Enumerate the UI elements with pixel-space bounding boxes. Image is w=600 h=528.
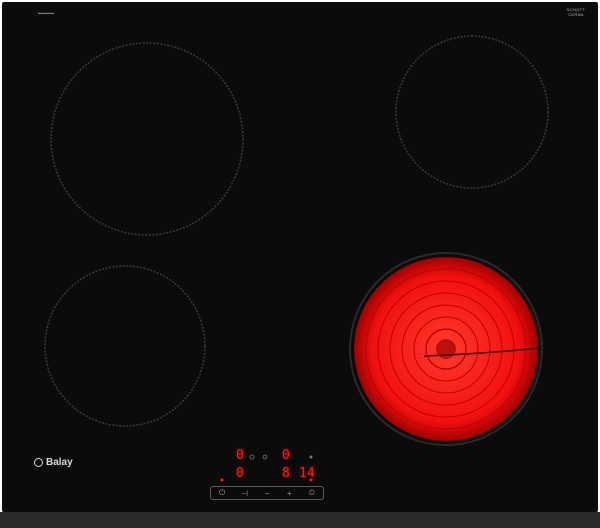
- display-front-left: 0: [236, 466, 244, 481]
- zone-marker-rear-left: [249, 454, 255, 460]
- brand-name: Balay: [46, 457, 73, 468]
- zone-rear-right[interactable]: [395, 35, 549, 189]
- timer-button[interactable]: ⏲: [303, 488, 321, 498]
- glass-brand-mark: SCHOTT CERAN: [556, 7, 596, 17]
- brand-logo-icon: [34, 458, 43, 467]
- plus-button[interactable]: +: [280, 489, 298, 498]
- display-timer: 14: [299, 466, 315, 481]
- zone-marker-rear-right: [262, 454, 268, 460]
- display-front-right: 8: [282, 466, 290, 481]
- touch-control-strip: ⏻ ⊣ − + ⏲: [210, 486, 324, 500]
- zone-rear-left[interactable]: [50, 42, 244, 236]
- zone-front-left[interactable]: [44, 265, 206, 427]
- model-code: ▬▬▬▬: [38, 10, 54, 15]
- brand-logo: Balay: [34, 457, 73, 468]
- cooking-zones: [44, 35, 549, 482]
- zone-marker-extra: [309, 455, 313, 459]
- indicator-dot-1: [220, 478, 224, 482]
- display-rear-right: 0: [282, 448, 290, 463]
- zone-select-button[interactable]: ⊣: [236, 489, 254, 498]
- zone-front-right[interactable]: [354, 257, 541, 441]
- power-button[interactable]: ⏻: [213, 488, 231, 498]
- display-rear-left: 0: [236, 448, 244, 463]
- glass-brand-line2: CERAN: [568, 12, 584, 17]
- minus-button[interactable]: −: [258, 489, 276, 498]
- ceramic-hob: ▬▬▬▬ SCHOTT CERAN Balay 0 0 0 8 14 ⏻ ⊣ −…: [0, 0, 600, 528]
